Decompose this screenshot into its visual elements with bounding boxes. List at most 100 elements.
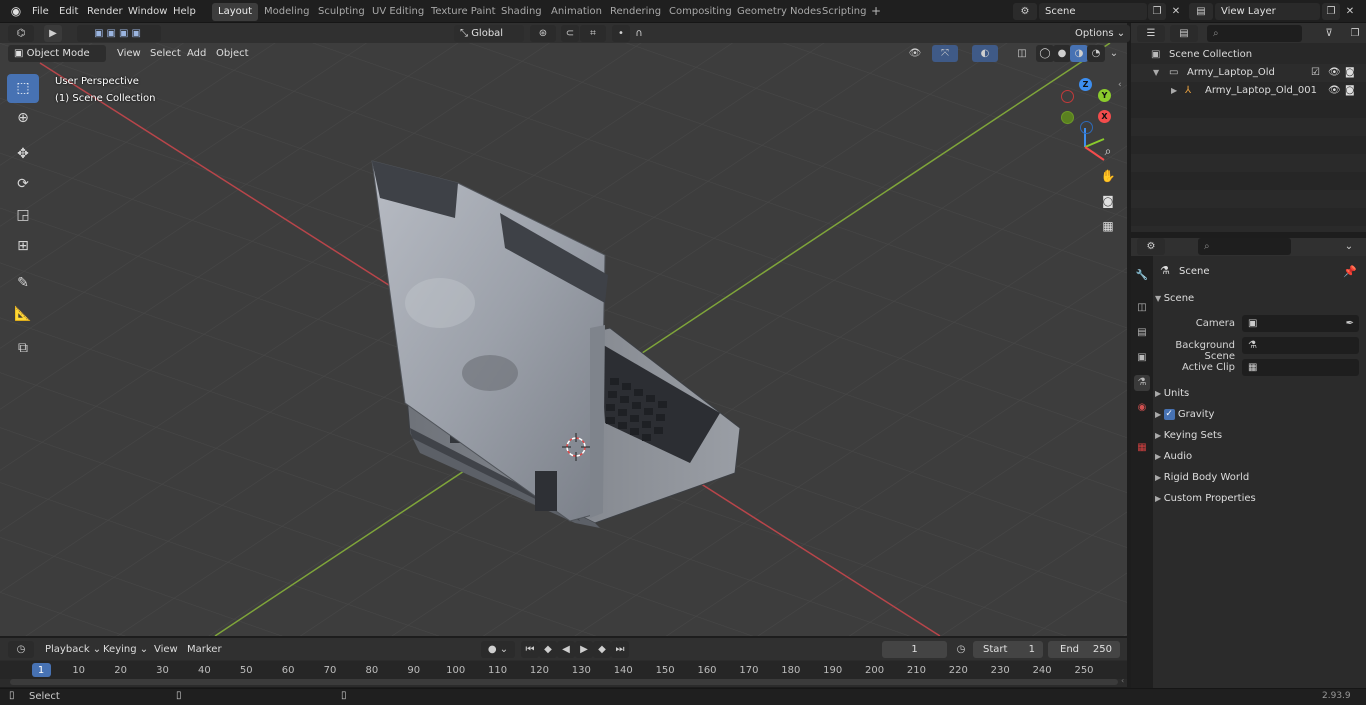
eyedropper-icon[interactable]: ✒: [1346, 315, 1354, 332]
gizmo-y-axis[interactable]: Y: [1098, 89, 1111, 102]
expand-arrow-icon[interactable]: ▶: [1171, 82, 1177, 100]
add-cube-tool[interactable]: ⧉: [7, 334, 39, 363]
timeline-scrollbar[interactable]: [10, 679, 1118, 685]
viewport-menu-view[interactable]: View: [112, 45, 146, 62]
outliner-object-row[interactable]: ▶ ⅄ Army_Laptop_Old_001 👁 ◙: [1131, 82, 1366, 100]
gravity-panel-header[interactable]: ▶ ✓ Gravity: [1155, 405, 1363, 425]
remove-view-layer-icon[interactable]: ✕: [1341, 3, 1359, 20]
visibility-eye-icon[interactable]: 👁: [1328, 64, 1341, 82]
move-tool[interactable]: ✥: [7, 140, 39, 169]
camera-view-icon[interactable]: ◙: [1098, 191, 1118, 211]
transform-orientation[interactable]: ⤡ Global: [454, 25, 524, 42]
snap-target-icon[interactable]: ⌗: [580, 25, 606, 42]
properties-options-icon[interactable]: ⌄: [1340, 238, 1358, 255]
audio-panel-header[interactable]: ▶ Audio: [1155, 447, 1363, 467]
active-clip-field[interactable]: ▦: [1242, 359, 1359, 376]
options-button[interactable]: Options ⌄: [1070, 25, 1131, 42]
scene-panel-header[interactable]: ▼ Scene: [1155, 289, 1363, 309]
editor-type-icon[interactable]: ⌬: [8, 25, 34, 42]
pin-icon[interactable]: 📌: [1343, 265, 1357, 278]
tab-geometry-nodes[interactable]: Geometry Nodes: [731, 3, 827, 21]
rotate-tool[interactable]: ⟳: [7, 170, 39, 199]
outliner-scene-collection-row[interactable]: ▣ Scene Collection: [1131, 46, 1366, 64]
next-keyframe-icon[interactable]: ◆: [593, 641, 611, 658]
scale-tool[interactable]: ◲: [7, 201, 39, 230]
timeline-menu-playback[interactable]: Playback ⌄: [40, 641, 106, 658]
select-box-tool[interactable]: ⬚: [7, 74, 39, 103]
background-scene-field[interactable]: ⚗: [1242, 337, 1359, 354]
measure-tool[interactable]: 📐: [7, 300, 39, 329]
shading-options-icon[interactable]: ⌄: [1105, 45, 1123, 62]
units-panel-header[interactable]: ▶ Units: [1155, 384, 1363, 404]
tab-texture-paint[interactable]: Texture Paint: [425, 3, 502, 21]
timeline-collapse-icon[interactable]: ‹: [1121, 676, 1127, 686]
pivot-point-icon[interactable]: ⊛: [530, 25, 556, 42]
custom-properties-panel-header[interactable]: ▶ Custom Properties: [1155, 489, 1363, 509]
keying-sets-panel-header[interactable]: ▶ Keying Sets: [1155, 426, 1363, 446]
annotate-tool[interactable]: ✎: [7, 269, 39, 298]
tab-rendering[interactable]: Rendering: [604, 3, 667, 21]
menu-help[interactable]: Help: [173, 4, 196, 19]
timeline-menu-marker[interactable]: Marker: [182, 641, 227, 658]
timeline-menu-keying[interactable]: Keying ⌄: [98, 641, 153, 658]
preview-range-icon[interactable]: ◷: [952, 641, 970, 658]
play-reverse-icon[interactable]: ◀: [557, 641, 575, 658]
tab-sculpting[interactable]: Sculpting: [312, 3, 371, 21]
menu-render[interactable]: Render: [87, 4, 123, 19]
viewport-menu-add[interactable]: Add: [182, 45, 211, 62]
start-frame-field[interactable]: Start 1: [973, 641, 1043, 658]
new-view-layer-icon[interactable]: ❐: [1322, 3, 1340, 20]
mode-selector[interactable]: ▣ Object Mode: [8, 45, 106, 62]
play-icon[interactable]: ▶: [575, 641, 593, 658]
select-mode-icon[interactable]: ▶: [44, 25, 62, 42]
3d-viewport[interactable]: [0, 43, 1127, 636]
texture-tab-icon[interactable]: ▦: [1134, 440, 1150, 456]
end-frame-field[interactable]: End 250: [1048, 641, 1120, 658]
prev-keyframe-icon[interactable]: ◆: [539, 641, 557, 658]
solid-shading-icon[interactable]: ●: [1053, 45, 1071, 62]
blender-logo-icon[interactable]: ◉: [8, 4, 24, 19]
render-camera-icon[interactable]: ◙: [1345, 82, 1355, 100]
perspective-toggle-icon[interactable]: ▦: [1098, 216, 1118, 236]
jump-end-icon[interactable]: ⏭: [611, 641, 629, 658]
gizmo-z-axis[interactable]: Z: [1079, 78, 1092, 91]
viewport-menu-select[interactable]: Select: [145, 45, 186, 62]
scene-field[interactable]: Scene: [1039, 3, 1147, 20]
gizmo-neg-z[interactable]: [1080, 121, 1093, 134]
view-layer-tab-icon[interactable]: ▣: [1134, 350, 1150, 366]
gravity-checkbox[interactable]: ✓: [1163, 408, 1175, 420]
zoom-icon[interactable]: ⌕: [1098, 141, 1118, 161]
falloff-icon[interactable]: ∩: [630, 25, 648, 42]
viewport-menu-object[interactable]: Object: [211, 45, 254, 62]
outliner-collection-row[interactable]: ▼ ▭ Army_Laptop_Old ☑ 👁 ◙: [1131, 64, 1366, 82]
tab-scripting[interactable]: Scripting: [816, 3, 872, 21]
tool-tab-icon[interactable]: 🔧: [1134, 268, 1150, 284]
visibility-filter-icon[interactable]: 👁: [902, 45, 928, 62]
material-shading-icon[interactable]: ◑: [1070, 45, 1088, 62]
xray-toggle-icon[interactable]: ◫: [1013, 45, 1031, 62]
transform-tool[interactable]: ⊞: [7, 232, 39, 261]
tab-layout[interactable]: Layout: [212, 3, 258, 21]
tab-uv-editing[interactable]: UV Editing: [366, 3, 430, 21]
exclude-checkbox-icon[interactable]: ☑: [1311, 64, 1320, 82]
gizmo-neg-y[interactable]: [1061, 111, 1074, 124]
properties-editor-icon[interactable]: ⚙: [1137, 238, 1165, 255]
tab-compositing[interactable]: Compositing: [663, 3, 738, 21]
timeline-editor-icon[interactable]: ◷: [8, 641, 34, 658]
camera-field[interactable]: ▣ ✒: [1242, 315, 1359, 332]
visibility-eye-icon[interactable]: 👁: [1328, 82, 1341, 100]
scene-tab-icon[interactable]: ⚗: [1134, 375, 1150, 391]
properties-search-input[interactable]: ⌕: [1198, 238, 1291, 255]
gizmo-x-axis[interactable]: X: [1098, 110, 1111, 123]
outliner-search-input[interactable]: ⌕: [1207, 25, 1302, 42]
world-tab-icon[interactable]: ◉: [1134, 400, 1150, 416]
wireframe-shading-icon[interactable]: ◯: [1036, 45, 1054, 62]
remove-scene-icon[interactable]: ✕: [1167, 3, 1185, 20]
gizmo-toggle-icon[interactable]: ⤧: [932, 45, 958, 62]
overlay-toggle-icon[interactable]: ◐: [972, 45, 998, 62]
selection-modes-icon[interactable]: ▣▣▣▣: [77, 25, 161, 42]
scene-selector-icon[interactable]: ⚙: [1013, 3, 1037, 20]
cursor-tool[interactable]: ⊕: [7, 104, 39, 133]
jump-start-icon[interactable]: ⏮: [521, 641, 539, 658]
proportional-edit-icon[interactable]: •: [612, 25, 630, 42]
